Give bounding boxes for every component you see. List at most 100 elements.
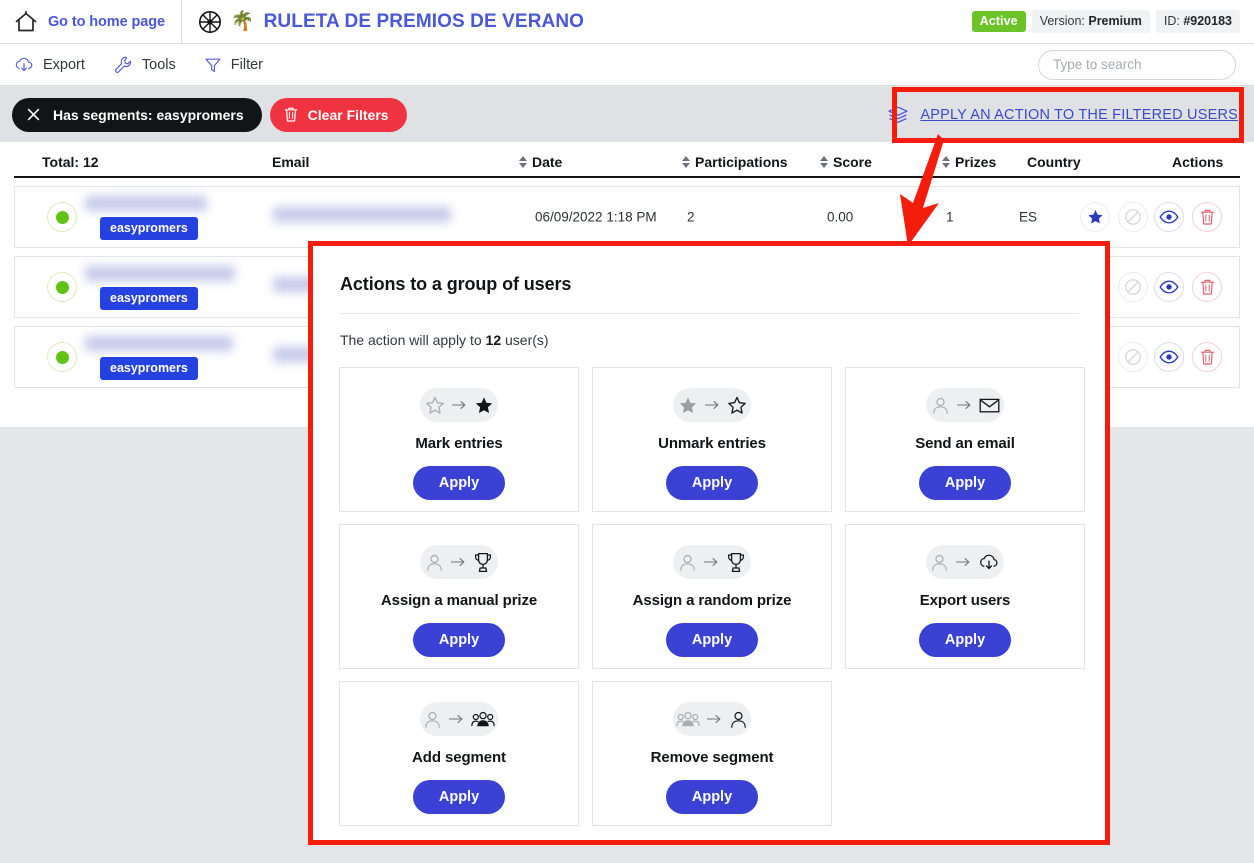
action-card-export-users[interactable]: Export users Apply: [845, 524, 1085, 669]
trash-icon[interactable]: [1192, 272, 1222, 302]
go-to-home-page-button[interactable]: Go to home page: [0, 0, 182, 44]
toolbar-tools-label: Tools: [141, 56, 176, 73]
modal-user-count: 12: [485, 332, 502, 348]
table-header-row: Total: 12 Email Date Participations Scor…: [14, 142, 1240, 178]
icon-pill: [673, 545, 751, 579]
icon-pill: [673, 702, 751, 736]
home-icon: [14, 10, 38, 33]
search-input[interactable]: [1038, 49, 1236, 80]
ban-icon[interactable]: [1118, 272, 1148, 302]
page-title: RULETA DE PREMIOS DE VERANO: [263, 10, 585, 32]
sort-icon[interactable]: [682, 156, 690, 168]
user-name-redacted: [85, 336, 233, 351]
apply-button[interactable]: Apply: [412, 623, 506, 657]
modal-subtitle: The action will apply to 12 user(s): [339, 332, 1079, 348]
apply-button[interactable]: Apply: [665, 466, 759, 500]
column-date[interactable]: Date: [519, 154, 562, 170]
apply-button[interactable]: Apply: [665, 780, 759, 814]
column-country: Country: [1027, 154, 1081, 170]
action-card-unmark-entries[interactable]: Unmark entries Apply: [592, 367, 832, 512]
modal-subtitle-prefix: The action will apply to: [340, 332, 486, 348]
segment-tag: easypromers: [100, 357, 198, 380]
column-actions-label: Actions: [1172, 154, 1224, 170]
cell-participations: 2: [687, 209, 695, 225]
column-total: Total: 12: [42, 154, 99, 170]
promotion-title-block: 🌴 RULETA DE PREMIOS DE VERANO: [182, 10, 584, 34]
users-group-icon: [471, 711, 495, 728]
column-email-label: Email: [272, 154, 310, 170]
column-date-label: Date: [532, 154, 563, 170]
version-label: Version:: [1039, 14, 1085, 28]
icon-pill: [926, 545, 1004, 579]
cell-date: 06/09/2022 1:18 PM: [535, 209, 657, 225]
toolbar-filter-button[interactable]: Filter: [204, 56, 263, 74]
cloud-download-icon: [978, 553, 1000, 572]
star-outline-icon: [425, 396, 445, 415]
funnel-icon: [204, 56, 222, 74]
column-participations[interactable]: Participations: [682, 154, 788, 170]
toolbar-export-label: Export: [43, 56, 85, 73]
action-card-grid: Mark entries Apply Unmark entries Apply …: [339, 367, 1085, 826]
sort-icon[interactable]: [820, 156, 828, 168]
promotion-id-info: ID: #920183: [1155, 10, 1240, 33]
toolbar-export-button[interactable]: Export: [14, 56, 85, 74]
sort-icon[interactable]: [519, 156, 527, 168]
arrow-right-icon: [707, 714, 722, 724]
id-value: #920183: [1183, 14, 1232, 28]
icon-pill: [420, 545, 498, 579]
apply-action-to-filtered-users-link[interactable]: APPLY AN ACTION TO THE FILTERED USERS: [920, 107, 1238, 123]
action-card-add-segment[interactable]: Add segment Apply: [339, 681, 579, 826]
eye-icon[interactable]: [1154, 272, 1184, 302]
action-card-mark-entries[interactable]: Mark entries Apply: [339, 367, 579, 512]
action-card-label: Remove segment: [650, 749, 774, 766]
column-participations-label: Participations: [695, 154, 788, 170]
search-container: [1038, 49, 1254, 80]
apply-button[interactable]: Apply: [665, 623, 759, 657]
eye-icon[interactable]: [1154, 342, 1184, 372]
trash-icon[interactable]: [1192, 342, 1222, 372]
envelope-icon: [979, 397, 1000, 414]
user-icon: [931, 396, 950, 415]
filter-chip-segment[interactable]: Has segments: easypromers: [12, 97, 262, 132]
toolbar: Export Tools Filter: [0, 44, 1254, 86]
table-row[interactable]: easypromers 06/09/2022 1:18 PM 2 0.00 1 …: [14, 186, 1240, 248]
arrow-right-icon: [956, 557, 971, 567]
action-card-assign-a-manual-prize[interactable]: Assign a manual prize Apply: [339, 524, 579, 669]
action-card-send-an-email[interactable]: Send an email Apply: [845, 367, 1085, 512]
apply-button[interactable]: Apply: [918, 623, 1012, 657]
user-icon: [425, 553, 444, 572]
eye-icon[interactable]: [1154, 202, 1184, 232]
action-card-remove-segment[interactable]: Remove segment Apply: [592, 681, 832, 826]
action-card-label: Export users: [919, 592, 1011, 609]
ban-icon[interactable]: [1118, 342, 1148, 372]
trash-icon[interactable]: [1192, 202, 1222, 232]
apply-button[interactable]: Apply: [412, 780, 506, 814]
close-x-icon[interactable]: [26, 107, 41, 122]
clear-filters-button[interactable]: Clear Filters: [269, 97, 407, 132]
status-indicator: [47, 272, 77, 302]
apply-button[interactable]: Apply: [412, 466, 506, 500]
version-value: Premium: [1088, 14, 1142, 28]
arrow-right-icon: [451, 557, 466, 567]
ban-icon[interactable]: [1118, 202, 1148, 232]
cloud-download-icon: [14, 56, 34, 74]
segment-tag: easypromers: [100, 287, 198, 310]
apply-button[interactable]: Apply: [918, 466, 1012, 500]
column-country-label: Country: [1027, 154, 1081, 170]
user-icon: [930, 553, 949, 572]
arrow-right-icon: [451, 400, 467, 410]
cell-score: 0.00: [827, 209, 854, 225]
app-root: Go to home page 🌴 RULETA DE PREMIOS DE V…: [0, 0, 1254, 863]
action-card-label: Assign a random prize: [632, 592, 792, 609]
red-arrow-icon: [900, 134, 944, 246]
toolbar-tools-button[interactable]: Tools: [113, 55, 176, 75]
action-card-assign-a-random-prize[interactable]: Assign a random prize Apply: [592, 524, 832, 669]
action-card-label: Assign a manual prize: [380, 592, 538, 609]
column-email: Email: [272, 154, 309, 170]
icon-pill: [673, 388, 751, 422]
star-icon[interactable]: [1080, 202, 1110, 232]
user-icon: [423, 710, 442, 729]
segment-tag: easypromers: [100, 217, 198, 240]
cell-country: ES: [1019, 209, 1038, 225]
actions-to-group-modal: Actions to a group of users The action w…: [313, 246, 1105, 840]
